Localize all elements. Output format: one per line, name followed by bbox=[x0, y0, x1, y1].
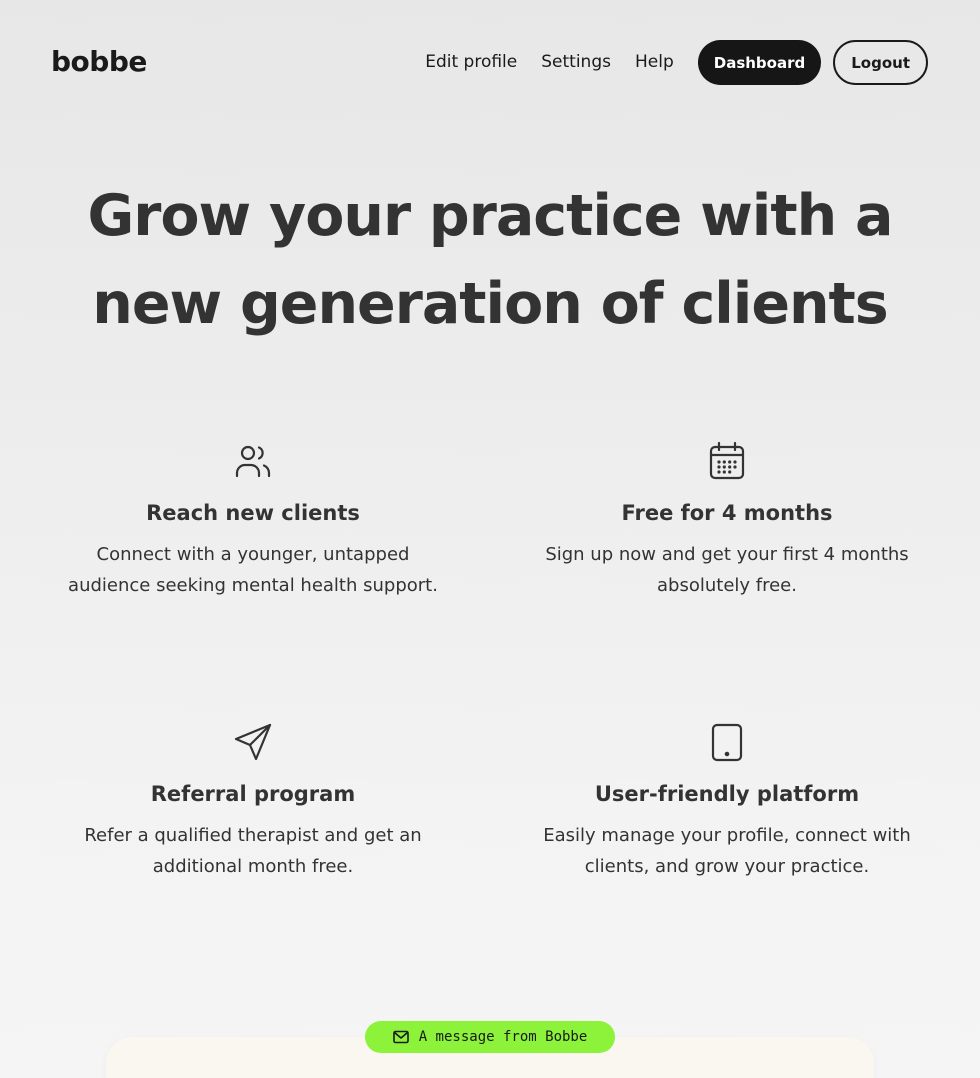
feature-description: Refer a qualified therapist and get an a… bbox=[84, 825, 422, 877]
feature-title: Referral program bbox=[150, 782, 356, 806]
tablet-icon bbox=[707, 722, 747, 762]
nav-help[interactable]: Help bbox=[635, 40, 674, 85]
feature-reach-new-clients: Reach new clients Connect with a younger… bbox=[63, 441, 443, 601]
users-icon bbox=[233, 441, 273, 481]
feature-description: Sign up now and get your first 4 months … bbox=[545, 544, 909, 596]
mail-icon bbox=[392, 1030, 409, 1044]
calendar-icon bbox=[707, 441, 747, 481]
nav-edit-profile[interactable]: Edit profile bbox=[425, 40, 517, 85]
message-label: A message from Bobbe bbox=[418, 1029, 588, 1045]
message-badge: A message from Bobbe bbox=[365, 1021, 615, 1053]
main-nav: Edit profile Settings Help Dashboard Log… bbox=[425, 40, 928, 85]
send-icon bbox=[233, 722, 273, 762]
dashboard-button[interactable]: Dashboard bbox=[697, 40, 822, 85]
feature-free-4-months: Free for 4 months Sign up now and get yo… bbox=[537, 441, 917, 601]
nav-settings[interactable]: Settings bbox=[541, 40, 611, 85]
feature-user-friendly-platform: User-friendly platform Easily manage you… bbox=[537, 722, 917, 882]
feature-title: Reach new clients bbox=[146, 501, 360, 525]
logo[interactable]: bobbe bbox=[51, 45, 147, 79]
site-header: bobbe Edit profile Settings Help Dashboa… bbox=[0, 0, 980, 125]
feature-description: Connect with a younger, untapped audienc… bbox=[68, 544, 438, 596]
feature-referral-program: Referral program Refer a qualified thera… bbox=[63, 722, 443, 882]
feature-title: User-friendly platform bbox=[594, 782, 860, 806]
feature-title: Free for 4 months bbox=[621, 501, 833, 525]
feature-description: Easily manage your profile, connect with… bbox=[543, 825, 911, 877]
hero-title: Grow your practice with a new generation… bbox=[87, 183, 894, 337]
logout-button[interactable]: Logout bbox=[833, 40, 928, 85]
